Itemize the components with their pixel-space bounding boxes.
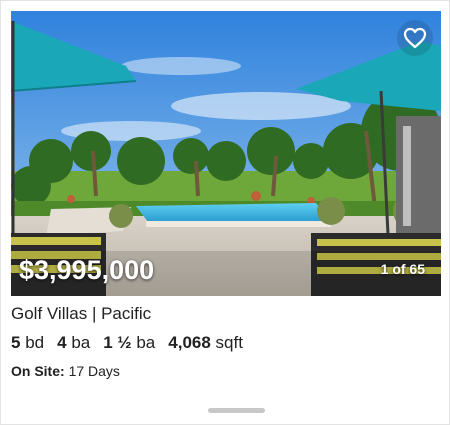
sqft-unit: sqft <box>215 333 243 352</box>
on-site-value: 17 Days <box>68 363 120 379</box>
on-site-duration: On Site: 17 Days <box>11 363 120 379</box>
on-site-label: On Site: <box>11 363 65 379</box>
pool-villa-scene <box>11 11 441 296</box>
half-baths-value: 1 ½ <box>103 333 132 352</box>
half-baths-unit: ba <box>136 333 156 352</box>
photo-counter: 1 of 65 <box>380 261 425 277</box>
beds-value: 5 <box>11 333 21 352</box>
half-baths-stat: 1 ½ ba <box>103 333 155 353</box>
listing-title[interactable]: Golf Villas | Pacific <box>11 304 151 324</box>
baths-value: 4 <box>57 333 67 352</box>
drag-handle[interactable] <box>208 408 265 413</box>
listing-photo[interactable]: $3,995,000 1 of 65 <box>11 11 441 296</box>
listing-card[interactable]: $3,995,000 1 of 65 Golf Villas | Pacific… <box>0 0 450 425</box>
listing-price: $3,995,000 <box>19 255 155 285</box>
heart-outline-icon <box>403 27 427 49</box>
sqft-stat: 4,068 sqft <box>168 333 243 353</box>
baths-unit: ba <box>71 333 91 352</box>
favorite-button[interactable] <box>397 20 433 56</box>
sqft-value: 4,068 <box>168 333 211 352</box>
beds-stat: 5 bd <box>11 333 44 353</box>
baths-stat: 4 ba <box>57 333 90 353</box>
listing-stats: 5 bd 4 ba 1 ½ ba 4,068 sqft <box>11 333 243 353</box>
beds-unit: bd <box>25 333 45 352</box>
